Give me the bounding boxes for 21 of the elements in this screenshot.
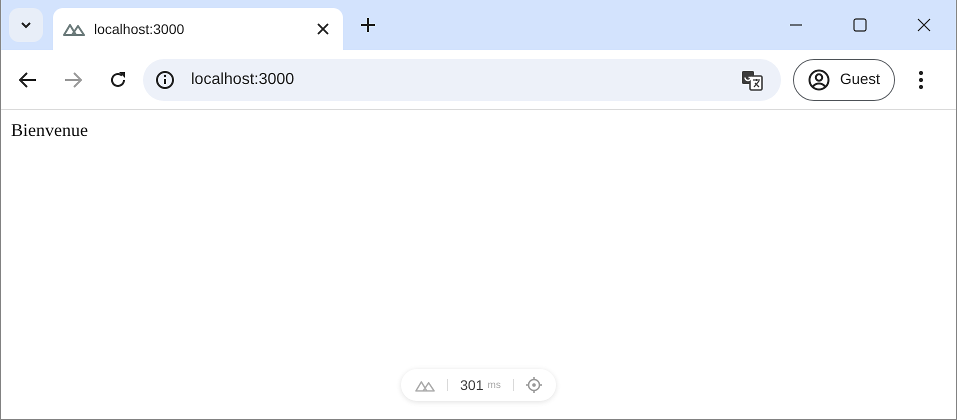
profile-button[interactable]: Guest [793,58,896,100]
url-text: localhost:3000 [191,70,294,88]
browser-tab[interactable]: localhost:3000 [53,8,343,50]
load-time: 301 [460,377,484,393]
welcome-text: Bienvenue [11,120,89,141]
new-tab-icon[interactable] [361,18,375,32]
maximize-icon[interactable] [853,18,867,32]
chevron-down-icon [20,21,32,29]
translate-icon[interactable] [741,68,763,90]
person-icon [808,68,830,90]
mountain-icon [63,22,85,36]
tab-title: localhost:3000 [94,21,186,37]
back-arrow-icon[interactable] [19,72,37,88]
close-icon[interactable] [317,23,329,35]
target-icon[interactable] [526,377,542,393]
time-unit: ms [488,380,501,390]
menu-icon[interactable] [919,70,924,88]
address-bar[interactable]: localhost:3000 [143,58,781,100]
reload-icon[interactable] [109,70,127,88]
info-icon[interactable] [155,70,175,90]
close-icon[interactable] [917,18,931,32]
